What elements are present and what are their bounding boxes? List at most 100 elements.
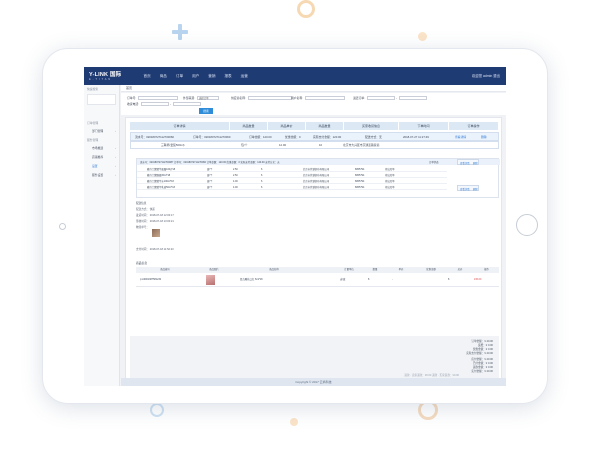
tel-from-input[interactable] (140, 102, 169, 106)
col-count: 商品数量 (306, 122, 344, 130)
sub-row-code: 8055794 (355, 179, 365, 183)
sidebar-search-input[interactable] (87, 94, 116, 105)
col-order-time: 下单时间 (399, 122, 449, 130)
sidebar-item-label: 市场推选 (92, 146, 104, 150)
order-serial: 流水号：020180727112700060 (135, 135, 174, 139)
delivery-line: 发货时间： 2018-07-18 12:00:17 (136, 214, 174, 217)
goods-unit: 支/盒 (340, 278, 346, 281)
sub-row-price: 4.00 (233, 185, 238, 189)
search-button[interactable]: 搜索 (199, 108, 213, 114)
delivery-photo (152, 229, 160, 237)
chevron-right-icon: › (115, 164, 116, 168)
app-screen: Y-LINK 国际 E - T I T A N 首页 商品 订单 用户 营销 报… (84, 67, 506, 386)
sub-order-status-header: 订单状态 (429, 160, 439, 164)
sub-row-state: 待出库单 (385, 185, 395, 189)
page: Y-LINK 国际 E - T I T A N 首页 商品 订单 用户 营销 报… (0, 0, 590, 458)
order-no-input[interactable] (138, 96, 179, 100)
goods-section: 商品信息 商品编号 商品图片 商品名称 计量单位 数量 单价 优惠金额 总价 操… (136, 261, 499, 301)
sub-row-supplier: 北京市供销超市有限公司 (303, 173, 330, 177)
sub-row-supplier: 北京市供销超市有限公司 (303, 179, 330, 183)
product-qty: 10 (319, 143, 323, 147)
decorative-dot (290, 418, 298, 426)
home-button[interactable] (516, 214, 538, 236)
sub-row-unit: 盒/个 (207, 173, 213, 177)
col-actions: 订单操作 (449, 122, 499, 130)
sub-view-link[interactable]: 查看详情 (460, 162, 470, 165)
sidebar-item-shops[interactable]: 店铺推荐 › (84, 153, 119, 162)
chevron-right-icon: › (115, 173, 116, 177)
sub-row-code: 8055794 (355, 173, 365, 177)
sub-row-state: 待出库单 (385, 173, 395, 177)
goods-image (206, 275, 215, 285)
date-to-input[interactable] (398, 96, 427, 100)
nav-item-products[interactable]: 商品 (155, 67, 171, 85)
sub-row-price: 2.50 (233, 167, 238, 171)
goods-qty: 8 (368, 278, 370, 281)
goods-title: 商品信息 (136, 261, 148, 265)
product-spec: 包/个 (241, 143, 248, 147)
sub-order-summary: 流水号：020180727112700087 订单号：0201807271127… (140, 160, 280, 164)
sub-row-name: 雅诗兰黛眼霜15ml*18 (147, 173, 171, 177)
date-label: 退还订单: (353, 96, 365, 100)
delete-link[interactable]: 删除 (481, 136, 487, 139)
nav-item-reports[interactable]: 报表 (220, 67, 236, 85)
user-info[interactable]: 欢迎您 admin 退出 (472, 67, 500, 85)
sub-delete-link[interactable]: 删除 (473, 162, 478, 165)
nav-item-operations[interactable]: 运营 (236, 67, 252, 85)
sidebar-search-label: 快速搜索 (87, 87, 99, 91)
channel-label: 外部来源: (183, 96, 195, 100)
sub-row-supplier: 北京市供销超市有限公司 (303, 167, 330, 171)
sidebar-item-label: 设置 (92, 164, 98, 168)
sub-row-unit: 盒/个 (207, 185, 213, 189)
channel-select[interactable]: 选择订单 (196, 96, 219, 100)
delivery-line: 物流单号： (136, 226, 149, 229)
sidebar-item-settings[interactable]: 设置 › (84, 162, 119, 171)
sub-row-qty: 6 (261, 173, 263, 177)
buyer-input[interactable] (304, 96, 345, 100)
nav-item-home[interactable]: 首页 (139, 67, 155, 85)
product-name: 三联杯(套装500ml) (161, 143, 185, 147)
date-separator: - (395, 96, 397, 100)
camera-icon (59, 223, 66, 230)
logo-sub-text: E - T I T A N (89, 77, 111, 81)
sub-delete-link[interactable]: 删除 (473, 188, 478, 191)
order-no-label: 订单号: (127, 96, 137, 100)
decorative-dot (418, 32, 427, 41)
sub-row-price: 2.50 (233, 173, 238, 177)
goods-row: p:ct0001387581232 复古雕花口红 6ml*18 支/盒 8 - … (136, 273, 499, 287)
sidebar-section-orders: 订单管理 (87, 121, 99, 125)
breadcrumb: 首页 (121, 85, 506, 92)
sidebar-item-departments[interactable]: 部门管理 › (84, 127, 119, 136)
goods-total: 8 (448, 278, 450, 281)
col-qty: 商品数量 (230, 122, 268, 130)
filter-panel: 订单号: 外部来源: 选择订单 供应商名称: 用户名称: 退还订单: - 收货电… (121, 93, 506, 115)
view-detail-link[interactable]: 查看详情 (455, 136, 466, 139)
sidebar: 快速搜索 订单管理 部门管理 › 服务管理 市场推选 › 店铺推荐 › 设置 › 服务设… (84, 85, 120, 386)
merchant-input[interactable] (247, 96, 292, 100)
total-line-highlight: 实付金额：¥ 40.00 (471, 370, 493, 373)
order-content: 订单详情 商品数量 商品单价 商品数量 买家收货信息 下单时间 订单操作 流水号… (125, 117, 502, 386)
delivery-title: 配送信息 (136, 202, 147, 205)
sub-row-unit: 盒/个 (207, 167, 213, 171)
order-time: 2018-07-27 11:27:49 (403, 135, 429, 139)
sub-row-state: 待出库单 (385, 167, 395, 171)
tel-label: 收货电话: (127, 102, 139, 106)
sidebar-item-service-settings[interactable]: 服务设置 › (84, 171, 119, 180)
sidebar-item-market[interactable]: 市场推选 › (84, 144, 119, 153)
nav-item-orders[interactable]: 订单 (171, 67, 187, 85)
sub-order-header: 流水号：020180727112700087 订单号：0201807271127… (137, 159, 500, 165)
chevron-right-icon: › (115, 129, 116, 133)
col-unit-price: 商品单价 (268, 122, 306, 130)
tel-to-input[interactable] (172, 102, 201, 106)
main-nav: 首页 商品 订单 用户 营销 报表 运营 (139, 67, 252, 85)
sidebar-item-label: 服务设置 (92, 173, 104, 177)
sidebar-section-service: 服务管理 (87, 138, 99, 142)
date-from-input[interactable] (366, 96, 395, 100)
nav-item-marketing[interactable]: 营销 (204, 67, 220, 85)
order-totals: 订单金额：¥ 40.00 运费：¥ 0.00 优惠金额：¥ 0.00 实际支付金… (130, 336, 499, 378)
order-amount: 订单金额：120.00 (249, 135, 272, 139)
nav-item-users[interactable]: 用户 (188, 67, 204, 85)
order-table-header: 订单详情 商品数量 商品单价 商品数量 买家收货信息 下单时间 订单操作 (130, 122, 499, 130)
sub-view-link[interactable]: 查看详情 (460, 188, 470, 191)
delivery-line: 配送方式： 快递 (136, 208, 155, 211)
